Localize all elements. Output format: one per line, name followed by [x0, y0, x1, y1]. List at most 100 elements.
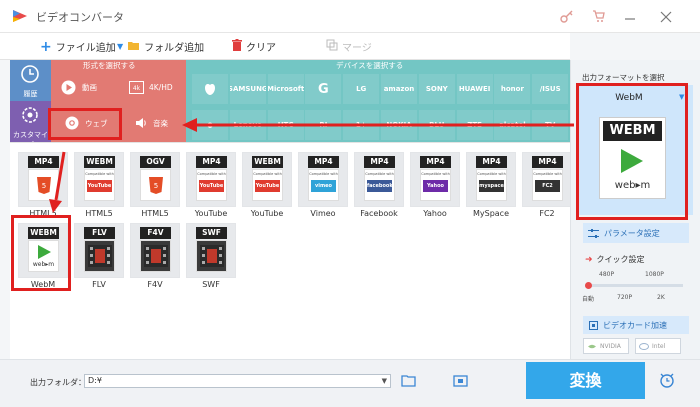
- row1-device-9[interactable]: /ISUS: [532, 74, 569, 104]
- row1-device-label-7: HUAWEI: [458, 85, 491, 93]
- format-badge: MP4: [196, 156, 227, 168]
- compatible-with-text: Compatible with: [309, 172, 338, 176]
- device-section: デバイスを選択する SAMSUNG Microsoft G LG amazon SONY H…: [186, 60, 570, 142]
- row1-device-3[interactable]: G: [305, 74, 342, 104]
- merge-button[interactable]: マージ: [326, 39, 372, 54]
- facebook-logo: facebook: [367, 180, 392, 192]
- convert-button[interactable]: 変換: [526, 362, 645, 399]
- recent-button[interactable]: 履歴: [10, 60, 51, 101]
- nvidia-label: NVIDIA: [600, 342, 621, 350]
- folder-dropdown-icon[interactable]: ▼: [382, 377, 387, 385]
- quick-settings-header: ➜ クイック設定: [585, 254, 645, 265]
- format-tile-5[interactable]: MP4 Compatible with vimeo: [298, 152, 348, 207]
- row2-device-4[interactable]: 1+: [343, 110, 380, 140]
- film-icon: [200, 245, 224, 267]
- row2-device-8[interactable]: alcatel: [494, 110, 531, 140]
- output-folder-field[interactable]: D:¥ ▼: [84, 374, 391, 388]
- key-icon[interactable]: [560, 9, 574, 26]
- minimize-icon[interactable]: [624, 11, 636, 24]
- row1-device-0[interactable]: [192, 74, 228, 104]
- nvidia-toggle[interactable]: NVIDIA: [583, 338, 629, 354]
- format-tile-0[interactable]: MP4 5: [18, 152, 68, 207]
- highlight-webm-tile: [11, 215, 71, 291]
- format-tile-13[interactable]: SWF: [186, 223, 236, 278]
- app-window: ビデオコンバータ + ファイル追加 ▼ フォルダ追加 クリア マージ 履歴 カス…: [0, 0, 700, 407]
- format-thumbnail: 5: [28, 169, 59, 201]
- format-tile-label: F4V: [147, 280, 163, 289]
- param-settings-label: パラメータ設定: [604, 228, 660, 238]
- gpu-chip-icon: [589, 320, 598, 330]
- row2-device-2[interactable]: HTC: [267, 110, 304, 140]
- dropdown-arrow-icon[interactable]: ▼: [117, 42, 123, 51]
- row1-device-2[interactable]: Microsoft: [267, 74, 304, 104]
- row1-device-7[interactable]: HUAWEI: [456, 74, 493, 104]
- format-tile-12[interactable]: F4V: [130, 223, 180, 278]
- row2-device-0[interactable]: ●: [192, 110, 228, 140]
- output-folder-open-icon[interactable]: [453, 374, 468, 390]
- row2-device-7[interactable]: ZTE: [456, 110, 493, 140]
- row1-device-label-1: SAMSUNG: [229, 85, 266, 93]
- row1-device-4[interactable]: LG: [343, 74, 380, 104]
- alarm-clock-icon[interactable]: [659, 372, 675, 391]
- vimeo-logo: vimeo: [311, 180, 336, 192]
- video-category[interactable]: 動画: [61, 77, 121, 97]
- format-thumbnail: [140, 240, 171, 272]
- row1-device-5[interactable]: amazon: [381, 74, 417, 104]
- format-tile-11[interactable]: FLV: [74, 223, 124, 278]
- row2-device-1[interactable]: Lenovo: [229, 110, 266, 140]
- merge-label: マージ: [342, 43, 372, 54]
- row2-device-5[interactable]: NOKIA: [381, 110, 417, 140]
- format-tile-8[interactable]: MP4 Compatible with myspace: [466, 152, 516, 207]
- row2-device-9[interactable]: TV: [532, 110, 569, 140]
- format-tile-label: YouTube: [250, 209, 284, 218]
- open-folder-icon[interactable]: [401, 374, 416, 390]
- format-tile-6[interactable]: MP4 Compatible with facebook: [354, 152, 404, 207]
- music-label: 音楽: [153, 118, 168, 128]
- format-tile-9[interactable]: MP4 Compatible with FC2: [522, 152, 572, 207]
- cart-icon[interactable]: [592, 9, 606, 26]
- format-tile-label: FLV: [92, 280, 106, 289]
- row1-device-label-5: amazon: [383, 85, 415, 93]
- quality-slider[interactable]: [585, 282, 683, 289]
- format-tile-3[interactable]: MP4 Compatible with YouTube: [186, 152, 236, 207]
- close-icon[interactable]: [660, 11, 672, 26]
- compatible-with-text: Compatible with: [253, 172, 282, 176]
- quality-slider-handle[interactable]: [585, 282, 592, 289]
- youtube-logo: YouTube: [255, 180, 280, 192]
- clear-button[interactable]: クリア: [232, 39, 276, 54]
- row2-device-label-0: ●: [206, 121, 214, 129]
- format-tile-7[interactable]: MP4 Compatible with Yahoo: [410, 152, 460, 207]
- format-tile-label: MySpace: [472, 209, 509, 218]
- hd-category[interactable]: 4k 4K/HD: [129, 77, 189, 97]
- nvidia-icon: [588, 344, 596, 348]
- format-thumbnail: Compatible with facebook: [364, 169, 395, 201]
- video-label: 動画: [82, 82, 97, 92]
- film-icon: [88, 245, 112, 267]
- gpu-acceleration-button[interactable]: ビデオカード加速: [583, 316, 689, 334]
- row1-device-6[interactable]: SONY: [418, 74, 455, 104]
- title-bar: ビデオコンバータ: [0, 0, 700, 33]
- folder-icon: [127, 40, 140, 54]
- highlight-web-category: [48, 108, 122, 140]
- format-badge: FLV: [84, 227, 115, 239]
- row2-device-3[interactable]: RI: [305, 110, 342, 140]
- intel-toggle[interactable]: Intel: [635, 338, 681, 354]
- format-section-label: 形式を選択する: [83, 61, 136, 70]
- parameter-settings-button[interactable]: パラメータ設定: [583, 223, 689, 243]
- custom-button[interactable]: カスタマイズ: [10, 101, 51, 142]
- add-file-button[interactable]: + ファイル追加: [40, 39, 116, 55]
- format-tile-label: Vimeo: [310, 209, 336, 218]
- format-tile-1[interactable]: WEBM Compatible with YouTube: [74, 152, 124, 207]
- row1-device-8[interactable]: honor: [494, 74, 531, 104]
- format-tile-4[interactable]: WEBM Compatible with YouTube: [242, 152, 292, 207]
- format-tile-2[interactable]: OGV 5: [130, 152, 180, 207]
- row2-device-label-7: ZTE: [467, 121, 482, 129]
- quality-auto: 自動: [582, 296, 595, 303]
- row2-device-label-6: BLU: [429, 121, 445, 129]
- music-category[interactable]: 音楽: [135, 112, 185, 134]
- format-thumbnail: 5: [140, 169, 171, 201]
- row1-device-1[interactable]: SAMSUNG: [229, 74, 266, 104]
- play-icon: [61, 80, 76, 94]
- add-folder-button[interactable]: ▼ フォルダ追加: [117, 39, 204, 54]
- row2-device-6[interactable]: BLU: [418, 110, 455, 140]
